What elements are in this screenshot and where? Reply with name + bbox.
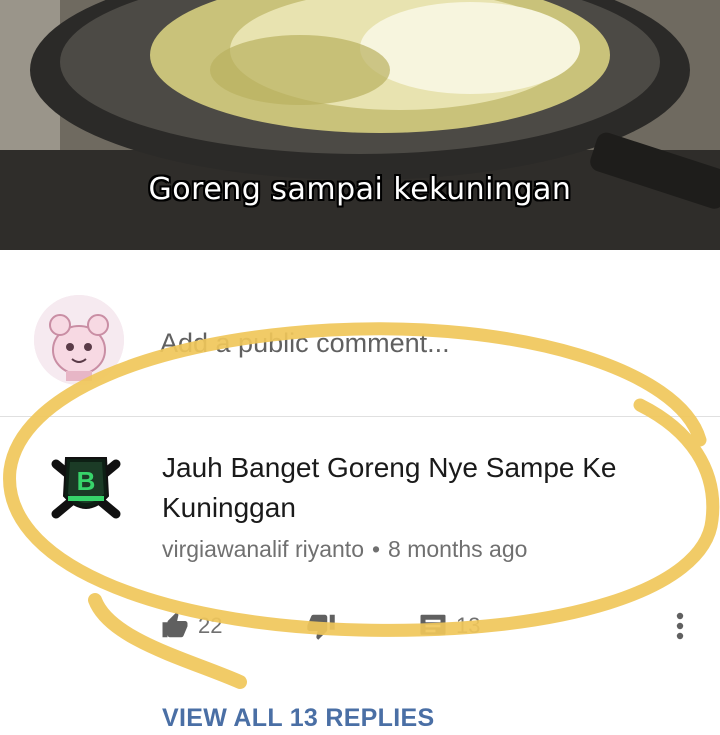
reply-count: 13 — [456, 613, 481, 638]
thumbs-down-icon — [307, 614, 335, 640]
comment-time: 8 months ago — [388, 536, 528, 562]
frying-pan-image — [0, 0, 720, 250]
like-count: 22 — [198, 613, 223, 638]
reply-button[interactable]: 13 — [418, 608, 480, 644]
like-button[interactable]: 22 — [160, 608, 222, 644]
commenter-avatar[interactable]: B — [42, 444, 130, 532]
add-comment-row — [0, 275, 720, 415]
more-options-button[interactable] — [668, 606, 692, 646]
user-avatar[interactable] — [34, 295, 124, 385]
divider — [0, 416, 720, 417]
video-frame[interactable]: Goreng sampai kekuningan — [0, 0, 720, 250]
video-caption: Goreng sampai kekuningan — [148, 172, 572, 207]
vertical-dots-icon — [676, 612, 684, 640]
comment-author[interactable]: virgiawanalif riyanto — [162, 536, 364, 562]
dislike-button[interactable] — [306, 608, 336, 644]
cartoon-avatar-icon — [34, 295, 124, 385]
comment-icon — [420, 614, 446, 635]
comment-meta: virgiawanalif riyanto • 8 months ago — [162, 536, 527, 563]
view-all-replies-link[interactable]: VIEW ALL 13 REPLIES — [162, 704, 434, 733]
logo-letter: B — [77, 466, 96, 496]
add-comment-input[interactable] — [160, 323, 680, 363]
meta-separator: • — [371, 536, 381, 562]
thumbs-up-icon — [162, 612, 188, 638]
comment-text: Jauh Banget Goreng Nye Sampe Ke Kuningga… — [162, 452, 617, 523]
shield-logo-icon: B — [51, 457, 121, 519]
